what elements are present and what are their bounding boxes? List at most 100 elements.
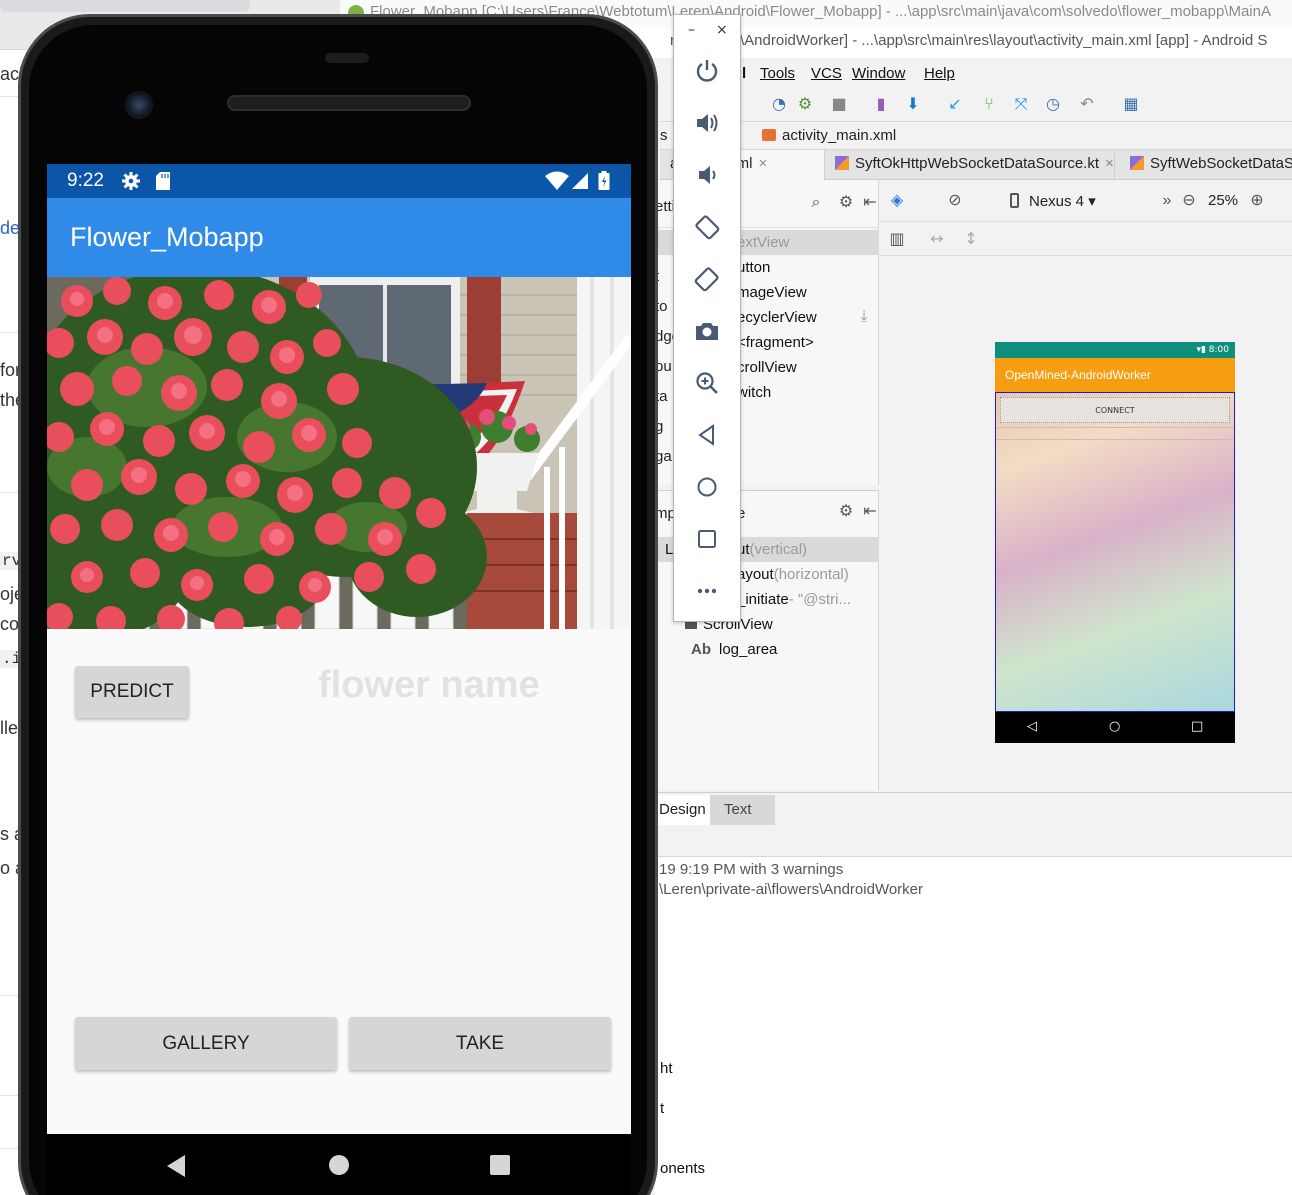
phone-speaker: [227, 95, 471, 111]
build-path-line: \Leren\private-ai\flowers\AndroidWorker: [659, 881, 924, 898]
flower-name-text: flower name: [318, 664, 540, 706]
expand-vertical-icon[interactable]: ↕: [962, 230, 980, 248]
profile-icon[interactable]: ◔: [770, 95, 788, 113]
overview-icon[interactable]: [691, 523, 723, 555]
rotate-left-icon[interactable]: [691, 211, 723, 243]
gear-icon[interactable]: ⚙: [837, 194, 855, 212]
search-icon[interactable]: ⌕: [807, 194, 825, 212]
window-title-2: \AndroidWorker] - ...\app\src\main\res\l…: [740, 32, 1268, 49]
build-output: 19 9:19 PM with 3 warnings \Leren\privat…: [655, 856, 1292, 1195]
preview-body: CONNECT: [995, 392, 1235, 712]
emulator-controls: – ×: [673, 14, 741, 622]
predict-button[interactable]: PREDICT: [75, 666, 189, 718]
menu-help[interactable]: Help: [924, 65, 955, 82]
vcs-compare-icon[interactable]: ⤧: [1012, 95, 1030, 113]
overflow-icon[interactable]: »: [1158, 192, 1176, 210]
cell-signal-icon: [571, 171, 589, 191]
avd-manager-icon[interactable]: ▮: [872, 95, 890, 113]
gear-icon[interactable]: ⚙: [837, 503, 855, 521]
menu-window[interactable]: Window: [852, 65, 905, 82]
preview-connect-button[interactable]: CONNECT: [1000, 397, 1230, 423]
project-structure-icon[interactable]: ▦: [1122, 95, 1140, 113]
expand-horizontal-icon[interactable]: ↔: [928, 230, 946, 248]
build-status-line: 19 9:19 PM with 3 warnings: [659, 861, 844, 878]
download-icon[interactable]: ⤓: [855, 308, 873, 326]
app-title: Flower_Mobapp: [70, 222, 264, 252]
nav-overview-icon[interactable]: [489, 1154, 511, 1180]
editor-mode-tabs: Design Text: [655, 792, 1292, 826]
camera-icon[interactable]: [691, 315, 723, 347]
kotlin-file-icon: [1130, 156, 1144, 170]
divider: [996, 427, 1234, 428]
kotlin-file-icon: [835, 156, 849, 170]
zoom-out-icon[interactable]: ⊖: [1180, 192, 1198, 210]
nav-back-icon[interactable]: [165, 1154, 187, 1182]
vcs-commit-icon[interactable]: ⑂: [980, 95, 998, 113]
columns-icon[interactable]: ▥: [888, 230, 906, 248]
editor-tabs: a ain.xml× SyftOkHttpWebSocketDataSource…: [660, 150, 1292, 180]
phone-screen: 9:22 Flower_Mobapp PREDICT flower name G…: [47, 164, 631, 1134]
close-button[interactable]: ×: [716, 23, 728, 37]
home-icon[interactable]: [691, 471, 723, 503]
zoom-in-icon[interactable]: ⊕: [1248, 192, 1266, 210]
preview-status-bar: ▾▮ 8:00: [995, 342, 1235, 358]
breadcrumb-file[interactable]: activity_main.xml: [762, 127, 896, 144]
close-icon[interactable]: ×: [1105, 155, 1114, 172]
volume-up-icon[interactable]: [691, 107, 723, 139]
hide-panel-icon[interactable]: ⇤: [861, 503, 879, 521]
back-icon[interactable]: [691, 419, 723, 451]
doc-fragment: co: [0, 614, 20, 634]
more-icon[interactable]: [691, 575, 723, 607]
orientation-icon[interactable]: ⊘: [946, 192, 964, 210]
stop-icon[interactable]: ■: [830, 95, 848, 113]
nav-home-icon[interactable]: [328, 1154, 350, 1180]
preview-nav-bar: ◁ ○ □: [995, 712, 1235, 743]
zoom-icon[interactable]: [691, 367, 723, 399]
hide-panel-icon[interactable]: ⇤: [861, 194, 879, 212]
palette-item-fragment[interactable]: <fragment>: [737, 330, 814, 355]
gallery-button[interactable]: GALLERY: [75, 1017, 337, 1070]
zoom-level: 25%: [1208, 192, 1239, 209]
design-surface: ◈ ⊘ Nexus 4 ▾ » ⊖ 25% ⊕ ▥ ↔ ↕ ▾▮ 8:00 Op…: [880, 180, 1292, 790]
rotate-right-icon[interactable]: [691, 263, 723, 295]
debug-icon[interactable]: ⚙: [796, 95, 814, 113]
layers-icon[interactable]: ◈: [888, 192, 906, 210]
browser-tab[interactable]: [0, 0, 250, 12]
menu-tools[interactable]: Tools: [760, 65, 795, 82]
main-toolbar: ◔ ⚙ ■ ▮ ⬇ ↙ ⑂ ⤧ ◷ ↶ ▦: [660, 88, 1292, 122]
palette-item-recyclerview[interactable]: ecyclerView: [737, 305, 817, 330]
preview-app-bar: OpenMined-AndroidWorker: [995, 358, 1235, 392]
sdk-manager-icon[interactable]: ⬇: [904, 95, 922, 113]
menu-vcs[interactable]: VCS: [811, 65, 842, 82]
sd-card-icon: [155, 171, 171, 191]
navigation-bar: [47, 1134, 631, 1195]
palette-category[interactable]: etti: [655, 198, 675, 215]
settings-icon: [121, 171, 141, 191]
close-icon[interactable]: ×: [759, 155, 768, 172]
battery-icon: [598, 171, 610, 191]
design-secondary-toolbar: ▥ ↔ ↕: [880, 222, 1292, 256]
power-icon[interactable]: [691, 55, 723, 87]
tree-row-log-area[interactable]: Ab log_area: [655, 637, 879, 662]
tab-text[interactable]: Text: [710, 795, 775, 825]
editor-tab-okhttp[interactable]: SyftOkHttpWebSocketDataSource.kt ×: [825, 150, 1115, 180]
palette-item-scrollview[interactable]: crollView: [737, 355, 797, 380]
vcs-update-icon[interactable]: ↙: [946, 95, 964, 113]
editor-tab-websocket[interactable]: SyftWebSocketDataSou: [1120, 150, 1292, 180]
side-label[interactable]: onents: [660, 1160, 705, 1177]
side-label[interactable]: ht: [660, 1060, 673, 1077]
overview-icon: □: [1191, 719, 1204, 734]
vcs-history-icon[interactable]: ◷: [1044, 95, 1062, 113]
minimize-button[interactable]: –: [688, 23, 695, 37]
palette-item-imageview[interactable]: mageView: [737, 280, 807, 305]
side-label[interactable]: t: [660, 1100, 664, 1117]
device-selector[interactable]: Nexus 4 ▾: [1010, 192, 1096, 210]
layout-preview[interactable]: ▾▮ 8:00 OpenMined-AndroidWorker CONNECT …: [995, 342, 1235, 743]
palette-item-button[interactable]: utton: [737, 255, 770, 280]
volume-down-icon[interactable]: [691, 159, 723, 191]
undo-icon[interactable]: ↶: [1078, 95, 1096, 113]
take-button[interactable]: TAKE: [349, 1017, 611, 1070]
divider: [996, 439, 1234, 440]
palette-item-switch[interactable]: witch: [737, 380, 771, 405]
breadcrumb-item[interactable]: s: [660, 127, 668, 144]
